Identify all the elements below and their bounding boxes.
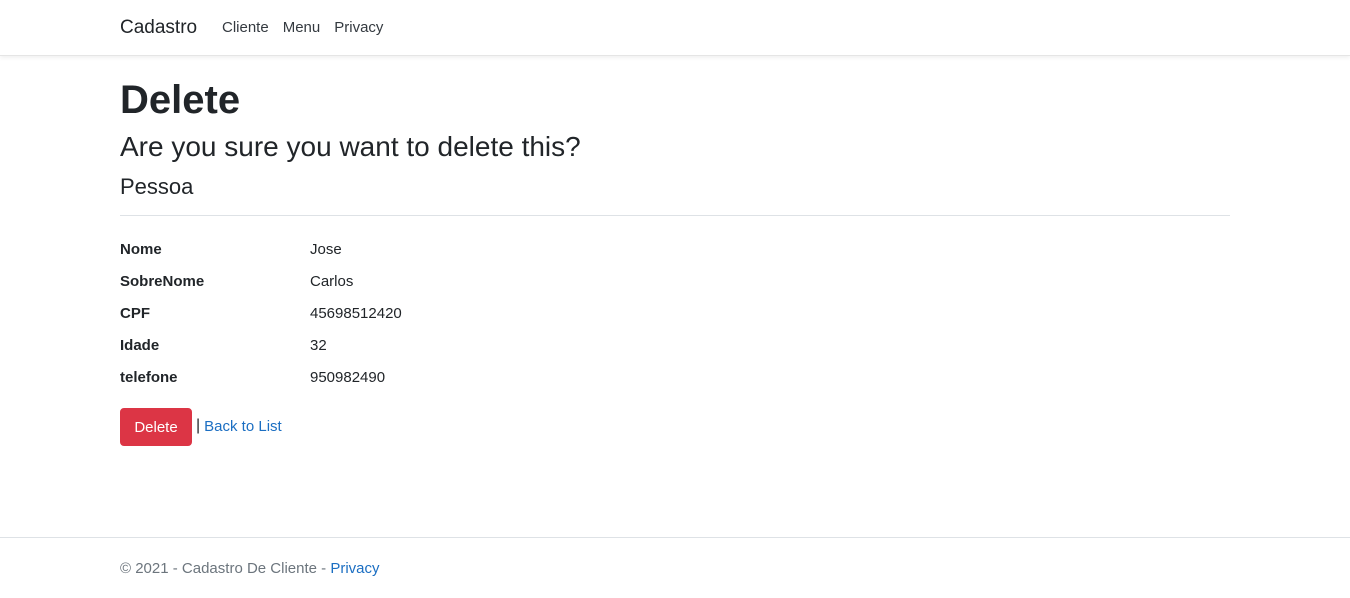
detail-row-telefone: telefone 950982490 [120, 361, 720, 393]
detail-label: SobreNome [120, 272, 205, 290]
action-separator: | [196, 417, 201, 434]
detail-row-idade: Idade 32 [120, 329, 720, 361]
nav-links: Cliente Menu Privacy [215, 18, 390, 38]
footer: © 2021 - Cadastro De Cliente - Privacy [0, 537, 1350, 598]
footer-text: © 2021 - Cadastro De Cliente - Privacy [120, 560, 380, 577]
form-actions: Delete | Back to List [120, 408, 282, 446]
nav-link-menu[interactable]: Menu [276, 18, 328, 38]
details-list: Nome Jose SobreNome Carlos CPF 456985124… [120, 233, 720, 393]
delete-button[interactable]: Delete [120, 408, 192, 446]
detail-label: CPF [120, 304, 150, 322]
entity-title: Pessoa [120, 174, 194, 199]
confirm-question: Are you sure you want to delete this? [120, 131, 581, 162]
detail-value: Jose [310, 240, 342, 258]
nav-link-privacy[interactable]: Privacy [327, 18, 390, 38]
detail-value: 45698512420 [310, 304, 402, 322]
detail-label: Nome [120, 240, 162, 258]
detail-label: Idade [120, 336, 160, 354]
navbar: Cadastro Cliente Menu Privacy [0, 0, 1350, 56]
detail-row-nome: Nome Jose [120, 233, 720, 265]
page-title: Delete [120, 78, 241, 122]
detail-value: Carlos [310, 272, 354, 290]
back-to-list-link[interactable]: Back to List [204, 418, 282, 435]
divider [120, 215, 1230, 216]
brand-link[interactable]: Cadastro [120, 16, 197, 40]
footer-privacy-link[interactable]: Privacy [330, 560, 379, 577]
detail-row-sobrenome: SobreNome Carlos [120, 265, 720, 297]
detail-row-cpf: CPF 45698512420 [120, 297, 720, 329]
detail-value: 950982490 [310, 368, 386, 386]
detail-value: 32 [310, 336, 327, 354]
footer-copyright: © 2021 - Cadastro De Cliente - [120, 560, 331, 577]
nav-link-cliente[interactable]: Cliente [215, 18, 276, 38]
detail-label: telefone [120, 368, 178, 386]
